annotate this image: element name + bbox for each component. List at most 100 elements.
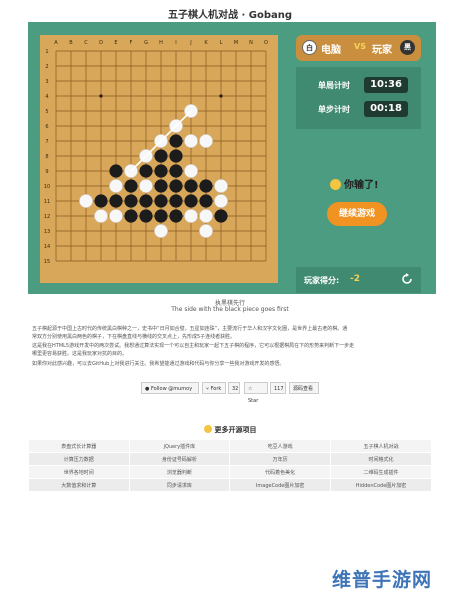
game-board[interactable]: A B C D E F G H I J K L M N O 1 2 3 4 5 6 7 8 9 10 11 12 13 14 15 — [40, 35, 278, 283]
view-source-button[interactable]: 源码查看 — [289, 382, 319, 394]
black-stone — [139, 194, 153, 208]
column-label: G — [144, 40, 148, 46]
column-label: L — [220, 40, 223, 46]
row-label: 2 — [45, 64, 48, 70]
column-label: E — [114, 40, 117, 46]
black-stone — [94, 194, 108, 208]
project-link[interactable]: 时间格式化 — [330, 452, 432, 466]
black-stone-badge: 黑 — [400, 40, 415, 55]
star-point — [219, 94, 223, 98]
result-text: 你输了! — [344, 180, 379, 191]
column-label: A — [54, 40, 58, 46]
white-stone — [184, 134, 198, 148]
white-stone — [199, 209, 213, 223]
more-projects-title: 更多开源项目 — [0, 425, 460, 435]
vs-label: VS — [354, 42, 366, 51]
white-stone — [184, 164, 198, 178]
black-stone — [154, 179, 168, 193]
github-star-button[interactable]: ☆ Star — [244, 382, 268, 404]
score-label: 玩家得分: — [304, 276, 340, 285]
black-stone — [154, 194, 168, 208]
restart-icon[interactable] — [401, 273, 413, 285]
project-link[interactable]: jQuery插件库 — [128, 439, 231, 453]
project-link[interactable]: 万年历 — [229, 452, 332, 466]
black-stone — [124, 194, 138, 208]
continue-game-button[interactable]: 继续游戏 — [327, 202, 387, 226]
project-link[interactable]: 二维码生成插件 — [330, 465, 432, 479]
black-stone — [154, 209, 168, 223]
column-label: H — [159, 40, 163, 46]
white-stone — [199, 134, 213, 148]
column-label: N — [249, 40, 253, 46]
project-link[interactable]: 身份证号码解析 — [128, 452, 231, 466]
row-label: 11 — [44, 199, 50, 205]
follow-label: Follow @mumoy — [150, 386, 193, 392]
black-stone — [124, 179, 138, 193]
project-link[interactable]: 五子棋人机对战 — [330, 439, 432, 453]
black-stone — [139, 209, 153, 223]
black-stone — [169, 134, 183, 148]
game-panel: A B C D E F G H I J K L M N O 1 2 3 4 5 6 7 8 9 10 11 12 13 14 15 白 电… — [28, 22, 436, 294]
star-point — [99, 94, 103, 98]
fork-count: 32 — [228, 382, 240, 394]
black-stone — [169, 209, 183, 223]
project-link[interactable]: 浏览器判断 — [128, 465, 231, 479]
project-link[interactable]: 表盘式长计算器 — [28, 439, 130, 453]
game-time-label: 单局计时 — [318, 81, 350, 90]
project-link[interactable]: 代码着色美化 — [229, 465, 332, 479]
black-stone — [199, 179, 213, 193]
star-count: 117 — [270, 382, 286, 394]
sad-face-icon — [330, 179, 341, 190]
projects-grid: 表盘式长计算器 jQuery插件库 吃豆人游戏 五子棋人机对战 计算压力数据 身… — [28, 439, 432, 492]
page-title: 五子棋人机对战 · Gobang — [167, 10, 293, 21]
black-stone — [169, 179, 183, 193]
fork-icon: ⑂ — [206, 386, 210, 392]
white-stone — [184, 209, 198, 223]
black-stone — [109, 164, 123, 178]
description-line: 五子棋起源于中国上古时代的传统黑白棋种之一，史书中“日月如合璧，五星如连珠”，主… — [32, 326, 348, 332]
project-link[interactable]: 计算压力数据 — [28, 452, 130, 466]
column-label: O — [264, 40, 268, 46]
row-label: 3 — [45, 79, 48, 85]
step-time-value: 00:18 — [364, 101, 408, 117]
row-label: 4 — [45, 94, 48, 100]
github-follow-button[interactable]: ● Follow @mumoy — [141, 382, 199, 394]
watermark-logo: 维普手游网 — [332, 569, 433, 591]
black-stone — [169, 164, 183, 178]
project-link[interactable]: 大数值求和计算 — [28, 478, 130, 492]
board-canvas[interactable]: A B C D E F G H I J K L M N O123456789101112131415 — [40, 35, 278, 283]
row-label: 15 — [44, 259, 50, 265]
white-stone-badge: 白 — [302, 40, 317, 55]
project-link[interactable]: 世界各地时间 — [28, 465, 130, 479]
column-label: F — [130, 40, 133, 46]
players-card: 白 电脑 VS 玩家 黑 — [296, 35, 421, 61]
github-fork-button[interactable]: ⑂ Fork — [202, 382, 226, 394]
column-label: B — [69, 40, 73, 46]
black-stone — [184, 179, 198, 193]
timer-box: 单局计时 10:36 单步计时 00:18 — [296, 67, 421, 129]
more-projects-title-text: 更多开源项目 — [214, 426, 257, 434]
computer-label: 电脑 — [321, 45, 341, 56]
white-stone — [109, 209, 123, 223]
row-label: 5 — [45, 109, 48, 115]
project-link[interactable]: ImageCode图片加密 — [229, 478, 332, 492]
row-label: 14 — [44, 244, 50, 250]
project-link[interactable]: HiddenCode图片加密 — [330, 478, 432, 492]
description-line: 如果你对此感兴趣，可以去GitHub上对我进行关注。我希望能通过游戏和代码与你分… — [32, 361, 285, 367]
column-label: M — [234, 40, 238, 46]
white-stone — [109, 179, 123, 193]
description-line: 这是我在HTML5游戏开发中的两次尝试。我想通过算法实现一个可以自主和玩家一起下… — [32, 343, 355, 349]
github-icon: ● — [145, 386, 150, 392]
project-link[interactable]: 同步请求库 — [128, 478, 231, 492]
row-label: 9 — [45, 169, 48, 175]
smile-icon — [203, 425, 212, 433]
fork-label: Fork — [210, 386, 222, 392]
row-label: 10 — [44, 184, 50, 190]
description-line: 哪里更容易获胜。这是我玩家对抗的目的。 — [32, 351, 128, 357]
black-stone — [124, 209, 138, 223]
black-stone — [184, 194, 198, 208]
column-label: C — [84, 40, 88, 46]
black-stone — [109, 194, 123, 208]
row-label: 1 — [45, 49, 48, 55]
project-link[interactable]: 吃豆人游戏 — [229, 439, 332, 453]
